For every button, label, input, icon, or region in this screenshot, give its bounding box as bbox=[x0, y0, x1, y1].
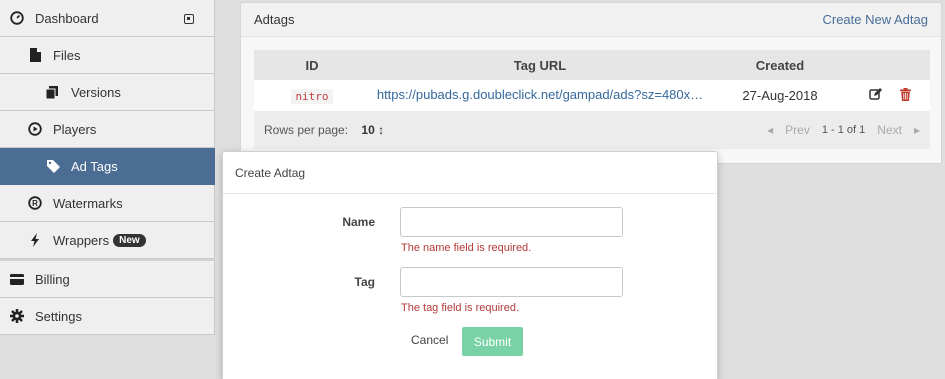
new-badge: New bbox=[113, 233, 146, 247]
tag-icon bbox=[46, 159, 60, 173]
nav-dashboard-label: Dashboard bbox=[35, 10, 99, 26]
nav-ad-tags-label: Ad Tags bbox=[71, 158, 118, 174]
rows-per-page-label: Rows per page: bbox=[264, 123, 349, 137]
nav-wrappers-label: Wrappers bbox=[53, 232, 110, 248]
nav-ad-tags[interactable]: Ad Tags bbox=[0, 148, 215, 185]
rows-per-page-select[interactable]: 10 ↕ bbox=[361, 123, 384, 137]
nav-settings[interactable]: Settings bbox=[0, 298, 215, 335]
row-id: nitro bbox=[291, 89, 333, 104]
name-label: Name bbox=[342, 215, 375, 229]
next-chevron-icon[interactable]: ▸ bbox=[914, 123, 920, 137]
nav-settings-label: Settings bbox=[35, 308, 82, 324]
row-tag-url[interactable]: https://pubads.g.doubleclick.net/gampad/… bbox=[377, 87, 703, 102]
sidebar: Dashboard Files Versions Players Ad Tags… bbox=[0, 0, 215, 379]
table-footer: Rows per page: 10 ↕ ◂ Prev 1 - 1 of 1 Ne… bbox=[254, 111, 930, 149]
registered-mark-icon: R bbox=[28, 196, 42, 210]
tag-label: Tag bbox=[354, 275, 375, 289]
collapse-icon[interactable] bbox=[184, 14, 194, 24]
file-icon bbox=[28, 48, 42, 62]
nav-players[interactable]: Players bbox=[0, 111, 215, 148]
nav-files-label: Files bbox=[53, 47, 81, 63]
nav-wrappers[interactable]: Wrappers New bbox=[0, 222, 215, 259]
row-id-cell: nitro bbox=[254, 88, 370, 104]
panel-title: Adtags bbox=[254, 12, 295, 27]
nav-billing-label: Billing bbox=[35, 271, 70, 287]
nav-dashboard[interactable]: Dashboard bbox=[0, 0, 215, 37]
tag-error: The tag field is required. bbox=[401, 302, 520, 314]
delete-trash-icon[interactable] bbox=[900, 87, 912, 104]
credit-card-icon bbox=[10, 272, 24, 286]
row-created: 27-Aug-2018 bbox=[742, 88, 818, 103]
next-button[interactable]: Next bbox=[877, 123, 902, 137]
prev-button[interactable]: Prev bbox=[785, 123, 810, 137]
name-input[interactable] bbox=[400, 207, 623, 237]
submit-button[interactable]: Submit bbox=[462, 327, 523, 356]
column-header-tag-url[interactable]: Tag URL bbox=[370, 58, 710, 73]
tag-input[interactable] bbox=[400, 267, 623, 297]
cancel-button[interactable]: Cancel bbox=[411, 333, 448, 347]
table-row: nitro https://pubads.g.doubleclick.net/g… bbox=[254, 80, 930, 111]
create-adtag-modal: Create Adtag Name The name field is requ… bbox=[222, 151, 718, 379]
dashboard-gauge-icon bbox=[10, 11, 24, 25]
rows-per-page-value: 10 bbox=[361, 123, 375, 137]
name-error: The name field is required. bbox=[401, 242, 532, 254]
row-url-cell: https://pubads.g.doubleclick.net/gampad/… bbox=[370, 87, 710, 105]
files-stack-icon bbox=[46, 85, 60, 99]
pagination: ◂ Prev 1 - 1 of 1 Next ▸ bbox=[767, 123, 920, 137]
lightning-bolt-icon bbox=[28, 233, 42, 247]
nav-players-label: Players bbox=[53, 121, 97, 137]
column-header-created[interactable]: Created bbox=[710, 58, 850, 73]
column-header-id[interactable]: ID bbox=[254, 58, 370, 73]
sort-arrows-icon: ↕ bbox=[378, 123, 385, 137]
modal-title: Create Adtag bbox=[223, 152, 717, 194]
page-range: 1 - 1 of 1 bbox=[821, 124, 866, 136]
play-circle-icon bbox=[28, 122, 42, 136]
edit-icon[interactable] bbox=[868, 87, 882, 104]
rows-per-page: Rows per page: 10 ↕ bbox=[264, 123, 384, 137]
panel-header: Adtags Create New Adtag bbox=[241, 3, 941, 37]
nav-files[interactable]: Files bbox=[0, 37, 215, 74]
nav-watermarks-label: Watermarks bbox=[53, 195, 123, 211]
svg-text:R: R bbox=[32, 199, 38, 208]
create-new-adtag-link[interactable]: Create New Adtag bbox=[822, 12, 928, 27]
prev-chevron-icon[interactable]: ◂ bbox=[767, 123, 773, 137]
nav-versions-label: Versions bbox=[71, 84, 121, 100]
nav-versions[interactable]: Versions bbox=[0, 74, 215, 111]
adtags-table: ID Tag URL Created nitro https://pubads.… bbox=[254, 50, 930, 149]
table-header: ID Tag URL Created bbox=[254, 50, 930, 80]
row-actions bbox=[850, 87, 930, 104]
nav-billing[interactable]: Billing bbox=[0, 261, 215, 298]
adtags-panel: Adtags Create New Adtag ID Tag URL Creat… bbox=[240, 2, 942, 164]
nav-watermarks[interactable]: R Watermarks bbox=[0, 185, 215, 222]
gear-icon bbox=[10, 309, 24, 323]
